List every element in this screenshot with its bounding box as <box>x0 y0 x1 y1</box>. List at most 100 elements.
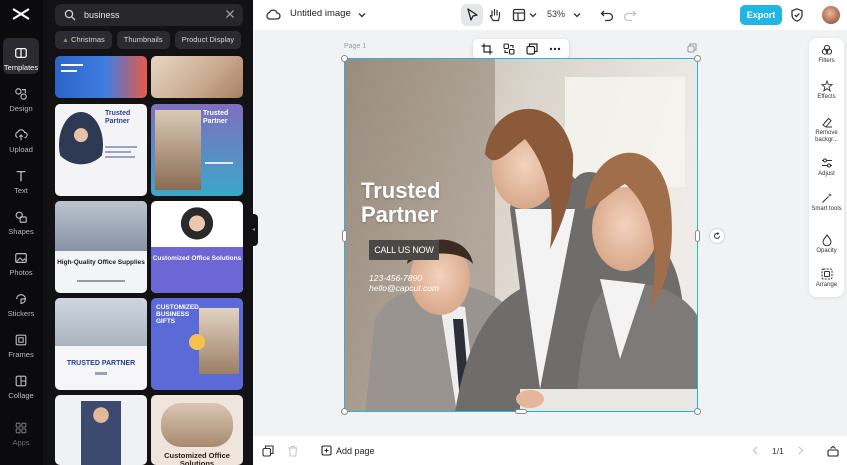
poster-cta[interactable]: CALL US NOW <box>369 240 439 260</box>
rail-item-design[interactable]: Design <box>3 79 39 115</box>
resize-handle[interactable] <box>342 230 347 242</box>
rail-item-templates[interactable]: Templates <box>3 38 39 74</box>
template-title: Customized Office Solutions <box>164 451 230 465</box>
layers-icon[interactable] <box>262 445 274 457</box>
select-tool-button[interactable] <box>461 4 483 26</box>
chevron-left-icon: ◂ <box>252 227 256 233</box>
design-canvas[interactable]: Trusted Partner CALL US NOW 123-456-7890… <box>344 58 698 412</box>
document-title[interactable]: Untitled image <box>290 8 351 19</box>
tool-opacity[interactable]: Opacity <box>809 234 844 255</box>
template-title: High-Quality Office Supplies <box>57 259 145 266</box>
template-card[interactable] <box>55 395 147 465</box>
add-page-label: Add page <box>336 445 375 456</box>
thumb-text-line <box>105 151 131 153</box>
rail-label: Shapes <box>8 227 34 236</box>
tool-arrange[interactable]: Arrange <box>809 268 844 289</box>
shapes-icon <box>15 211 27 223</box>
template-card[interactable]: Customized Office Solutions <box>151 395 243 465</box>
search-icon <box>64 9 76 21</box>
template-card[interactable]: Customized Office Solutions <box>151 201 243 293</box>
resize-handle[interactable] <box>695 230 700 242</box>
collapse-pages-icon[interactable] <box>827 445 839 457</box>
thumb-text-line <box>61 70 77 72</box>
photos-icon <box>15 253 27 263</box>
avatar[interactable] <box>822 6 840 24</box>
poster-title[interactable]: Trusted Partner <box>361 179 481 227</box>
resize-handle[interactable] <box>694 55 701 62</box>
next-page-icon[interactable] <box>796 446 805 455</box>
tool-label: Filters <box>818 58 835 64</box>
thumb-person <box>175 205 219 251</box>
cursor-icon <box>467 8 478 21</box>
rail-item-photos[interactable]: Photos <box>3 243 39 279</box>
chip-thumbnails[interactable]: Thumbnails <box>116 31 170 49</box>
thumb-band <box>151 247 243 293</box>
template-card[interactable] <box>55 56 147 98</box>
resize-handle[interactable] <box>341 55 348 62</box>
tool-filters[interactable]: Filters <box>809 44 844 65</box>
duplicate-page-icon[interactable] <box>687 43 697 53</box>
chip-label: Thumbnails <box>123 35 163 44</box>
resize-handle[interactable] <box>515 409 527 414</box>
chip-christmas[interactable]: ▲ Christmas <box>55 31 112 49</box>
thumb-person <box>81 401 121 465</box>
rail-item-apps[interactable]: Apps <box>3 413 39 449</box>
template-card[interactable]: TRUSTED PARTNER <box>55 298 147 390</box>
poster-photo <box>345 59 697 411</box>
chevron-down-icon[interactable] <box>354 7 370 23</box>
shield-icon[interactable] <box>789 7 805 23</box>
more-icon[interactable] <box>549 43 561 55</box>
search-input[interactable] <box>84 7 214 23</box>
trash-icon[interactable] <box>287 445 299 457</box>
resize-handle[interactable] <box>341 408 348 415</box>
poster-email: hello@capcut.com <box>369 283 440 294</box>
rail-label: Design <box>9 104 33 113</box>
right-tools-panel: Filters Effects Remove backgr... Adjust … <box>809 38 844 297</box>
rail-item-upload[interactable]: Upload <box>3 120 39 156</box>
prev-page-icon[interactable] <box>751 446 760 455</box>
collapse-panel-handle[interactable]: ◂ <box>250 214 258 246</box>
thumb-text-line <box>105 156 135 158</box>
rail-item-text[interactable]: Text <box>3 161 39 197</box>
rail-item-frames[interactable]: Frames <box>3 325 39 361</box>
close-icon[interactable] <box>225 9 235 19</box>
rail-item-shapes[interactable]: Shapes <box>3 202 39 238</box>
tool-smart-tools[interactable]: Smart tools <box>809 192 844 213</box>
rail-label: Templates <box>3 63 39 72</box>
thumb-text-line <box>105 146 137 148</box>
rail-item-stickers[interactable]: Stickers <box>3 284 39 320</box>
chevron-down-icon[interactable] <box>525 7 541 23</box>
resize-handle[interactable] <box>694 408 701 415</box>
template-card[interactable]: Trusted Partner <box>55 104 147 196</box>
zoom-level[interactable]: 53% <box>547 9 565 19</box>
template-card[interactable] <box>151 56 243 98</box>
template-card[interactable]: CUSTOMIZED BUSINESS GIFTS <box>151 298 243 390</box>
poster-contact[interactable]: 123-456-7890 hello@capcut.com <box>369 273 439 293</box>
filter-chips: ▲ Christmas Thumbnails Product Display <box>55 31 242 49</box>
apps-icon <box>15 422 27 434</box>
chevron-down-icon[interactable] <box>569 7 585 23</box>
redo-icon[interactable] <box>622 7 638 23</box>
eraser-icon <box>821 117 832 128</box>
rotate-handle[interactable] <box>710 229 724 243</box>
hand-icon[interactable] <box>487 7 503 23</box>
rail-label: Stickers <box>7 309 35 318</box>
tool-effects[interactable]: Effects <box>809 80 844 101</box>
cloud-save-icon[interactable] <box>265 7 281 23</box>
upload-icon <box>15 129 28 141</box>
poster-title-line1: Trusted <box>361 178 441 203</box>
add-page-button[interactable]: Add page <box>321 445 375 456</box>
tool-remove-background[interactable]: Remove backgr... <box>809 116 844 143</box>
rail-item-collage[interactable]: Collage <box>3 366 39 402</box>
template-card[interactable]: High-Quality Office Supplies <box>55 201 147 293</box>
export-button[interactable]: Export <box>740 5 782 25</box>
copy-icon[interactable] <box>526 43 538 55</box>
template-card[interactable]: Trusted Partner <box>151 104 243 196</box>
chip-product-display[interactable]: Product Display <box>174 31 242 49</box>
left-rail: Templates Design Upload Text Shapes Phot… <box>0 0 43 465</box>
crop-icon[interactable] <box>481 43 493 55</box>
template-search[interactable] <box>55 4 243 26</box>
undo-icon[interactable] <box>599 7 615 23</box>
replace-icon[interactable] <box>503 43 515 55</box>
tool-adjust[interactable]: Adjust <box>809 157 844 178</box>
